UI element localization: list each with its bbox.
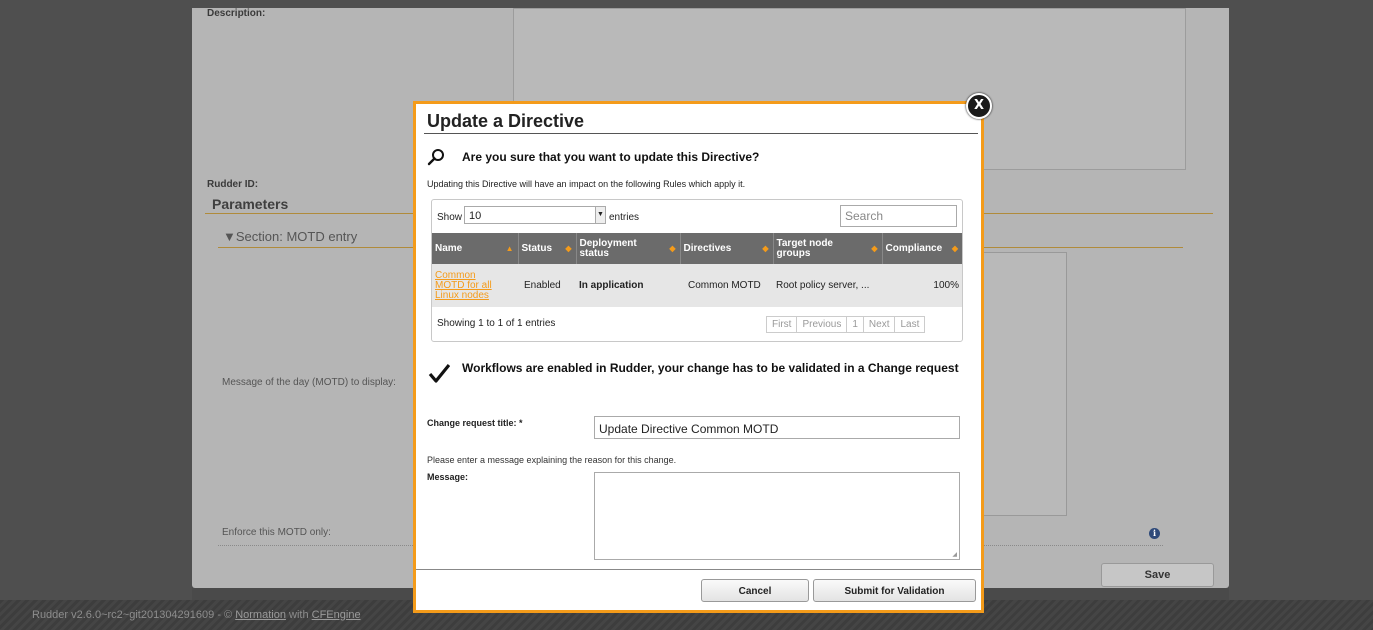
footer-divider bbox=[416, 569, 981, 570]
table-row[interactable]: Common MOTD for all Linux nodes Enabled … bbox=[432, 264, 962, 307]
sort-icon: ◆ bbox=[951, 244, 958, 253]
chevron-down-icon: ▼ bbox=[595, 207, 605, 223]
rule-name-link[interactable]: Common MOTD for all Linux nodes bbox=[435, 270, 497, 301]
dialog-title: Update a Directive bbox=[427, 111, 585, 131]
rudder-id-label: Rudder ID: bbox=[207, 179, 259, 190]
sort-icon: ◆ bbox=[871, 244, 878, 253]
rule-compliance: 100% bbox=[882, 264, 962, 307]
message-textarea[interactable]: ◢ bbox=[594, 472, 960, 560]
right-margin bbox=[1229, 0, 1373, 600]
page-size-value: 10 bbox=[469, 210, 482, 222]
submit-for-validation-button[interactable]: Submit for Validation bbox=[813, 579, 976, 602]
top-bar bbox=[0, 0, 1373, 8]
pager-page-1-button[interactable]: 1 bbox=[846, 316, 864, 333]
parameters-title: Parameters bbox=[212, 196, 289, 212]
pager-first-button[interactable]: First bbox=[766, 316, 798, 333]
column-header-name[interactable]: Name ▲ bbox=[432, 233, 519, 264]
impact-text: Updating this Directive will have an imp… bbox=[427, 179, 746, 189]
column-header-targets[interactable]: Target node groups ◆ bbox=[773, 233, 883, 264]
page-size-select[interactable]: 10 ▼ bbox=[464, 206, 606, 224]
pager-previous-button[interactable]: Previous bbox=[796, 316, 848, 333]
search-input[interactable]: Search bbox=[840, 205, 957, 227]
cancel-button[interactable]: Cancel bbox=[701, 579, 809, 602]
enforce-label: Enforce this MOTD only: bbox=[222, 527, 331, 538]
change-request-title-label: Change request title: * bbox=[427, 418, 523, 428]
motd-label: Message of the day (MOTD) to display: bbox=[222, 377, 396, 388]
sort-icon: ◆ bbox=[565, 244, 572, 253]
show-label: Show bbox=[437, 212, 463, 223]
resize-grip-icon[interactable]: ◢ bbox=[952, 551, 957, 558]
version-text: Rudder v2.6.0~rc2~git201304291609 - © bbox=[32, 609, 236, 621]
section-motd-toggle[interactable]: ▼Section: MOTD entry bbox=[223, 229, 357, 244]
column-header-status[interactable]: Status ◆ bbox=[518, 233, 577, 264]
with-text: with bbox=[285, 609, 312, 621]
sort-asc-icon: ▲ bbox=[505, 244, 514, 253]
rules-table: Name ▲ Status ◆ Deployment status ◆ Directi… bbox=[432, 233, 962, 307]
magnifier-icon bbox=[427, 149, 444, 166]
checkmark-icon bbox=[428, 363, 450, 383]
save-button[interactable]: Save bbox=[1101, 563, 1214, 587]
search-placeholder: Search bbox=[845, 209, 884, 223]
rule-directives: Common MOTD bbox=[680, 264, 773, 307]
rule-targets: Root policy server, ... bbox=[773, 264, 882, 307]
change-request-title-input[interactable]: Update Directive Common MOTD bbox=[594, 416, 960, 439]
message-label: Message: bbox=[427, 472, 469, 482]
confirm-question: Are you sure that you want to update thi… bbox=[462, 150, 760, 164]
info-icon[interactable]: i bbox=[1149, 528, 1160, 539]
description-label: Description: bbox=[207, 8, 266, 19]
normation-link[interactable]: Normation bbox=[235, 609, 286, 621]
motd-textarea[interactable] bbox=[975, 252, 1067, 516]
update-directive-dialog: Update a Directive Are you sure that you… bbox=[413, 101, 984, 613]
cfengine-link[interactable]: CFEngine bbox=[312, 609, 361, 621]
sort-icon: ◆ bbox=[669, 244, 676, 253]
sort-icon: ◆ bbox=[762, 244, 769, 253]
message-hint: Please enter a message explaining the re… bbox=[427, 455, 677, 465]
workflow-notice: Workflows are enabled in Rudder, your ch… bbox=[462, 361, 959, 375]
rule-deployment-status: In application bbox=[576, 264, 680, 307]
column-header-deployment[interactable]: Deployment status ◆ bbox=[576, 233, 681, 264]
pagination: First Previous 1 Next Last bbox=[766, 316, 926, 333]
footer-text: Rudder v2.6.0~rc2~git201304291609 - © No… bbox=[32, 609, 361, 621]
entries-label: entries bbox=[609, 212, 640, 223]
rules-table-container: Show 10 ▼ entries Search Name ▲ Status ◆ D… bbox=[431, 199, 963, 342]
pager-last-button[interactable]: Last bbox=[894, 316, 926, 333]
title-divider bbox=[424, 133, 978, 134]
left-margin bbox=[0, 0, 192, 600]
close-icon[interactable]: X bbox=[966, 93, 992, 119]
pager-next-button[interactable]: Next bbox=[862, 316, 896, 333]
rule-status: Enabled bbox=[518, 264, 576, 307]
column-header-directives[interactable]: Directives ◆ bbox=[680, 233, 774, 264]
column-header-compliance[interactable]: Compliance ◆ bbox=[882, 233, 962, 264]
showing-info: Showing 1 to 1 of 1 entries bbox=[437, 318, 556, 329]
